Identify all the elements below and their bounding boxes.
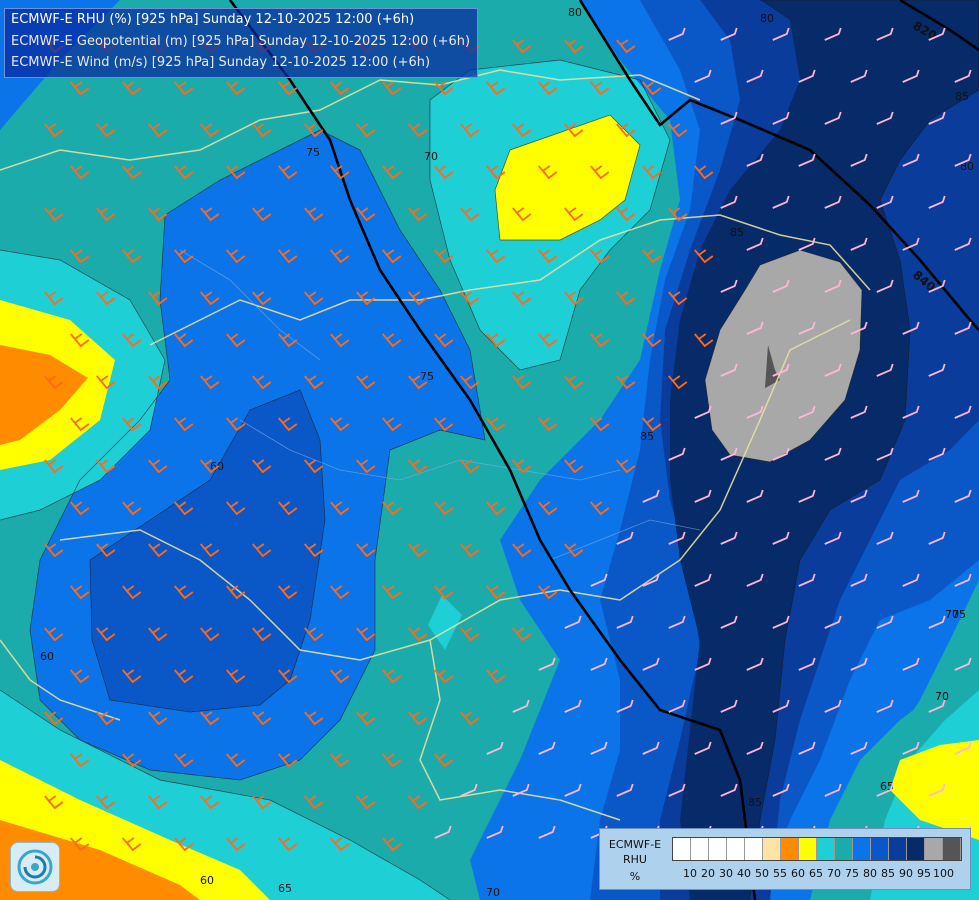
legend-tick: 10 [683, 867, 697, 880]
contour-label: 60 [40, 650, 54, 663]
contour-label: 70 [486, 886, 500, 899]
legend-tick: 90 [899, 867, 913, 880]
legend-swatch [925, 838, 943, 860]
contour-label: 60 [200, 874, 214, 887]
legend-tick: 95 [917, 867, 931, 880]
legend-swatch [745, 838, 763, 860]
contour-label: 75 [306, 146, 320, 159]
legend-swatch [853, 838, 871, 860]
legend-swatch [835, 838, 853, 860]
legend-swatch [673, 838, 691, 860]
weather-map: 80 80 85 75 70 70 80 85 60 60 75 70 65 6… [0, 0, 979, 900]
legend-tick: 50 [755, 867, 769, 880]
title-wind: ECMWF-E Wind (m/s) [925 hPa] Sunday 12-1… [11, 55, 431, 70]
legend-swatch [781, 838, 799, 860]
legend-title-variable: RHU [623, 853, 647, 866]
title-geopotential: ECMWF-E Geopotential (m) [925 hPa] Sunda… [11, 34, 471, 49]
legend-swatch [889, 838, 907, 860]
contour-label: 70 [935, 690, 949, 703]
legend-tick: 80 [863, 867, 877, 880]
legend-swatch [691, 838, 709, 860]
title-rhu: ECMWF-E RHU (%) [925 hPa] Sunday 12-10-2… [11, 12, 415, 27]
contour-label: 85 [640, 430, 654, 443]
contour-label: 80 [760, 12, 774, 25]
contour-label: 80 [568, 6, 582, 19]
legend-swatches [672, 837, 962, 861]
legend-tick: 60 [791, 867, 805, 880]
contour-label: 85 [748, 796, 762, 809]
legend-swatch [907, 838, 925, 860]
contour-label: 85 [730, 226, 744, 239]
legend-tick: 55 [773, 867, 787, 880]
legend-swatch [871, 838, 889, 860]
contour-label: 70 [424, 150, 438, 163]
contour-label: 85 [955, 90, 969, 103]
legend-swatch [799, 838, 817, 860]
logo-swirl-icon [17, 849, 53, 885]
legend-tick: 30 [719, 867, 733, 880]
legend-swatch [727, 838, 745, 860]
legend-tick: 20 [701, 867, 715, 880]
legend-ticks: 10 20 30 40 50 55 60 65 70 75 80 85 90 95 100 [681, 867, 954, 880]
legend-swatch [763, 838, 781, 860]
legend-swatch [709, 838, 727, 860]
legend-title-unit: % [629, 870, 641, 883]
contour-label: 65 [278, 882, 292, 895]
legend-swatch [943, 838, 961, 860]
color-legend: ECMWF-E RHU % 10 20 30 40 50 55 60 65 70 75 80 85 90… [599, 828, 971, 890]
legend-swatch [817, 838, 835, 860]
title-box: ECMWF-E RHU (%) [925 hPa] Sunday 12-10-2… [4, 8, 478, 78]
legend-tick: 75 [845, 867, 859, 880]
contour-label: 75 [952, 608, 966, 621]
legend-title-model: ECMWF-E [608, 838, 662, 851]
contour-label: 75 [420, 370, 434, 383]
legend-tick: 65 [809, 867, 823, 880]
legend-tick: 100 [933, 867, 954, 880]
legend-tick: 85 [881, 867, 895, 880]
legend-tick: 70 [827, 867, 841, 880]
ecmwf-logo-icon [10, 842, 60, 892]
legend-tick: 40 [737, 867, 751, 880]
